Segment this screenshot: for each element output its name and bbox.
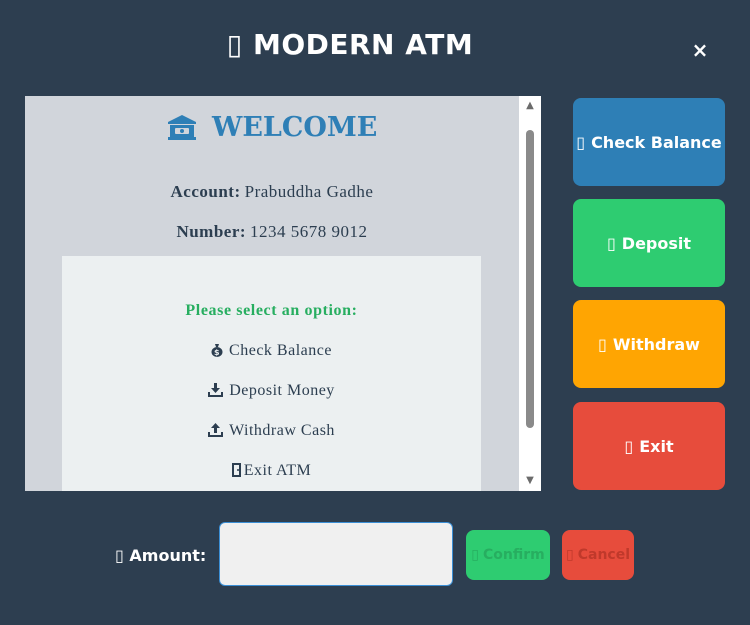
deposit-glyph: ▯ bbox=[606, 233, 616, 253]
exit-button[interactable]: ▯ Exit bbox=[573, 402, 725, 490]
withdraw-label: Withdraw bbox=[612, 334, 700, 354]
amount-glyph: ▯ bbox=[115, 546, 124, 565]
atm-screen: WELCOME Account: Prabuddha Gadhe Number: 1… bbox=[25, 96, 541, 491]
upload-icon bbox=[208, 423, 224, 442]
download-icon bbox=[208, 383, 224, 402]
confirm-glyph: ▯ bbox=[471, 547, 479, 563]
option-withdraw-cash: Withdraw Cash bbox=[62, 422, 481, 442]
confirm-label: Confirm bbox=[482, 547, 545, 563]
welcome-text: WELCOME bbox=[212, 112, 378, 143]
option-label: Withdraw Cash bbox=[229, 422, 335, 439]
scroll-thumb[interactable] bbox=[526, 130, 534, 428]
screen-scrollbar[interactable]: ▲ ▼ bbox=[519, 96, 541, 491]
option-label: Deposit Money bbox=[229, 382, 335, 399]
number-value: 1234 5678 9012 bbox=[250, 222, 368, 241]
welcome-heading: WELCOME bbox=[25, 112, 519, 143]
cancel-button[interactable]: ▯ Cancel bbox=[562, 530, 634, 580]
svg-text:$: $ bbox=[214, 348, 220, 357]
bank-icon bbox=[167, 115, 196, 140]
cancel-label: Cancel bbox=[577, 547, 630, 563]
withdraw-glyph: ▯ bbox=[598, 334, 607, 354]
option-label: Check Balance bbox=[229, 342, 332, 359]
option-exit-atm: Exit ATM bbox=[62, 462, 481, 482]
exit-glyph: ▯ bbox=[624, 436, 634, 456]
option-deposit-money: Deposit Money bbox=[62, 382, 481, 402]
confirm-button[interactable]: ▯ Confirm bbox=[466, 530, 550, 580]
scroll-up-arrow[interactable]: ▲ bbox=[519, 99, 541, 113]
amount-label-text: Amount: bbox=[129, 546, 207, 565]
withdraw-button[interactable]: ▯ Withdraw bbox=[573, 300, 725, 388]
app-title: ▯ MODERN ATM bbox=[226, 28, 474, 61]
close-button[interactable]: × bbox=[690, 38, 710, 62]
check-balance-glyph: ▯ bbox=[576, 132, 586, 152]
scroll-down-arrow[interactable]: ▼ bbox=[519, 474, 541, 488]
number-line: Number: 1234 5678 9012 bbox=[25, 222, 519, 242]
menu-prompt: Please select an option: bbox=[185, 302, 358, 319]
amount-label: ▯ Amount: bbox=[115, 546, 206, 565]
cancel-glyph: ▯ bbox=[566, 547, 574, 563]
account-label: Account: bbox=[170, 182, 241, 201]
amount-input[interactable] bbox=[219, 522, 453, 586]
menu-panel: Please select an option: $ Check Balance… bbox=[62, 256, 481, 491]
exit-label: Exit bbox=[639, 436, 674, 456]
option-label: Exit ATM bbox=[243, 462, 312, 479]
account-line: Account: Prabuddha Gadhe bbox=[25, 182, 519, 202]
check-balance-label: Check Balance bbox=[591, 132, 722, 152]
deposit-button[interactable]: ▯ Deposit bbox=[573, 199, 725, 287]
money-bag-icon: $ bbox=[211, 343, 223, 362]
deposit-label: Deposit bbox=[621, 233, 692, 253]
screen-content: WELCOME Account: Prabuddha Gadhe Number: 1… bbox=[25, 96, 519, 491]
account-value: Prabuddha Gadhe bbox=[244, 182, 374, 201]
check-balance-button[interactable]: ▯ Check Balance bbox=[573, 98, 725, 186]
number-label: Number: bbox=[176, 222, 247, 241]
option-check-balance: $ Check Balance bbox=[62, 342, 481, 362]
door-icon bbox=[231, 463, 241, 482]
